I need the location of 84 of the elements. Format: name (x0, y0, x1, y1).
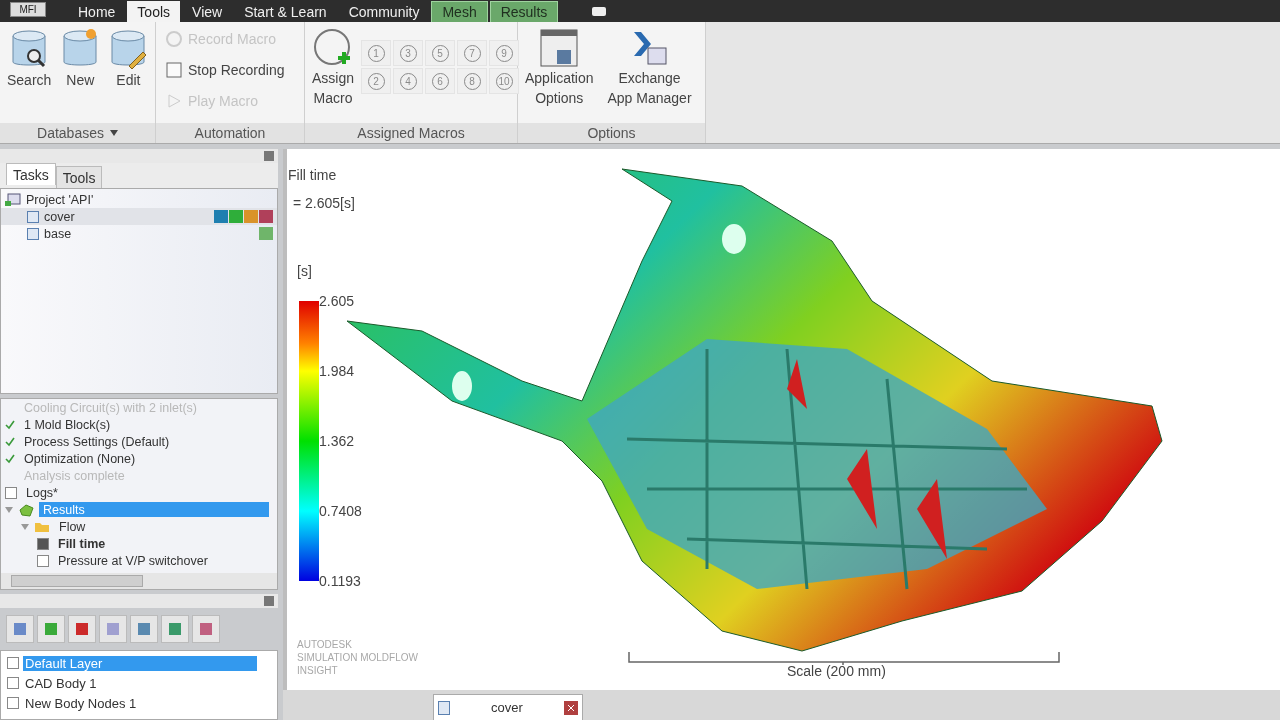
ribbon-tab[interactable]: Start & Learn (234, 1, 337, 22)
ribbon-button[interactable]: New (58, 28, 103, 90)
study-icon (27, 227, 39, 240)
tree-item[interactable]: Optimization (None) (20, 451, 269, 466)
legend-label: 1.362 (319, 433, 355, 449)
legend-label: 1.984 (319, 363, 355, 379)
tree-item[interactable]: Flow (55, 519, 269, 534)
study-icon (438, 700, 450, 715)
checkbox[interactable] (7, 677, 19, 689)
database-edit-icon (109, 28, 148, 70)
scale-label: Scale (200 mm) (787, 663, 886, 679)
study-row[interactable]: cover (1, 208, 277, 225)
group-label: Databases (37, 125, 104, 141)
ribbon-button[interactable]: Edit (106, 28, 151, 90)
assign-macro-button[interactable]: Assign Macro (309, 28, 358, 108)
tree-item[interactable]: Logs* (22, 485, 269, 500)
ribbon-tab[interactable]: View (182, 1, 233, 22)
layer-tool-button[interactable] (68, 615, 96, 643)
tree-item[interactable]: Project 'API' (26, 192, 94, 207)
branding-text: INSIGHT (297, 665, 338, 676)
layer-tool-icon (13, 622, 27, 636)
legend-unit: [s] (297, 263, 312, 279)
document-tab[interactable]: cover (433, 694, 583, 720)
layer-tool-icon (44, 622, 58, 636)
checkbox[interactable] (7, 657, 19, 669)
project-icon (5, 192, 21, 207)
quick-access-icon[interactable] (592, 7, 607, 16)
expand-arrow-icon[interactable] (5, 505, 13, 514)
layer-tool-button[interactable] (161, 615, 189, 643)
layer-tool-icon (168, 622, 182, 636)
layer-tool-icon (106, 622, 120, 636)
panel-tab[interactable]: Tasks (6, 163, 56, 185)
result-value: = 2.605[s] (293, 195, 355, 211)
scrollbar-thumb[interactable] (11, 575, 143, 587)
checkbox[interactable] (5, 486, 17, 499)
application-button[interactable]: MFI (10, 2, 46, 17)
stop-icon (166, 62, 182, 78)
checkbox[interactable] (7, 697, 19, 709)
panel-tab[interactable]: Tools (55, 166, 103, 188)
checkbox[interactable] (37, 537, 49, 550)
results-icon (18, 502, 34, 517)
group-label: Automation (194, 125, 266, 141)
tree-item[interactable]: Process Settings (Default) (20, 434, 269, 449)
result-title: Fill time (288, 167, 337, 183)
layer-item[interactable]: CAD Body 1 (23, 675, 257, 691)
study-row[interactable]: base (1, 225, 277, 242)
group-label: Options (587, 125, 636, 141)
layer-item[interactable]: New Body Nodes 1 (23, 695, 257, 711)
tree-item[interactable]: Fill time (54, 536, 269, 551)
play-icon (166, 93, 182, 109)
folder-icon (34, 520, 50, 533)
ribbon-tab[interactable]: Home (68, 1, 126, 22)
ribbon-button[interactable]: Exchange App Manager (604, 28, 695, 108)
branding-text: AUTODESK (297, 639, 352, 650)
ribbon-tab[interactable]: Tools (127, 1, 181, 22)
window-icon (539, 28, 580, 68)
layer-tool-icon (137, 622, 151, 636)
layer-tool-button[interactable] (37, 615, 65, 643)
layer-tool-icon (199, 622, 213, 636)
tree-item[interactable]: Pressure at V/P switchover (54, 553, 269, 568)
study-icon (27, 210, 39, 223)
caret-icon[interactable] (109, 130, 118, 136)
layer-tool-button[interactable] (130, 615, 158, 643)
ribbon-tab[interactable]: Community (338, 1, 430, 22)
ribbon-tab[interactable]: Results (489, 1, 559, 22)
legend-label: 2.605 (319, 293, 355, 309)
ribbon-button[interactable]: Search (4, 28, 55, 90)
branding-text: SIMULATION MOLDFLOW (297, 652, 418, 663)
checkbox[interactable] (37, 554, 49, 567)
record-icon (166, 31, 182, 47)
group-label: Assigned Macros (357, 125, 465, 141)
ribbon-tab[interactable]: Mesh (431, 1, 488, 22)
layer-tool-button[interactable] (192, 615, 220, 643)
expand-arrow-icon[interactable] (21, 522, 29, 531)
close-icon[interactable] (564, 700, 578, 715)
legend-label: 0.7408 (319, 503, 362, 519)
ribbon-button[interactable]: Stop Recording (166, 59, 285, 81)
legend-label: 0.1193 (319, 573, 361, 589)
layer-tool-button[interactable] (99, 615, 127, 643)
tree-item[interactable]: 1 Mold Block(s) (20, 417, 269, 432)
database-search-icon (10, 28, 49, 70)
ribbon-button[interactable]: Application Options (522, 28, 597, 108)
layer-tool-icon (75, 622, 89, 636)
layer-tool-button[interactable] (6, 615, 34, 643)
